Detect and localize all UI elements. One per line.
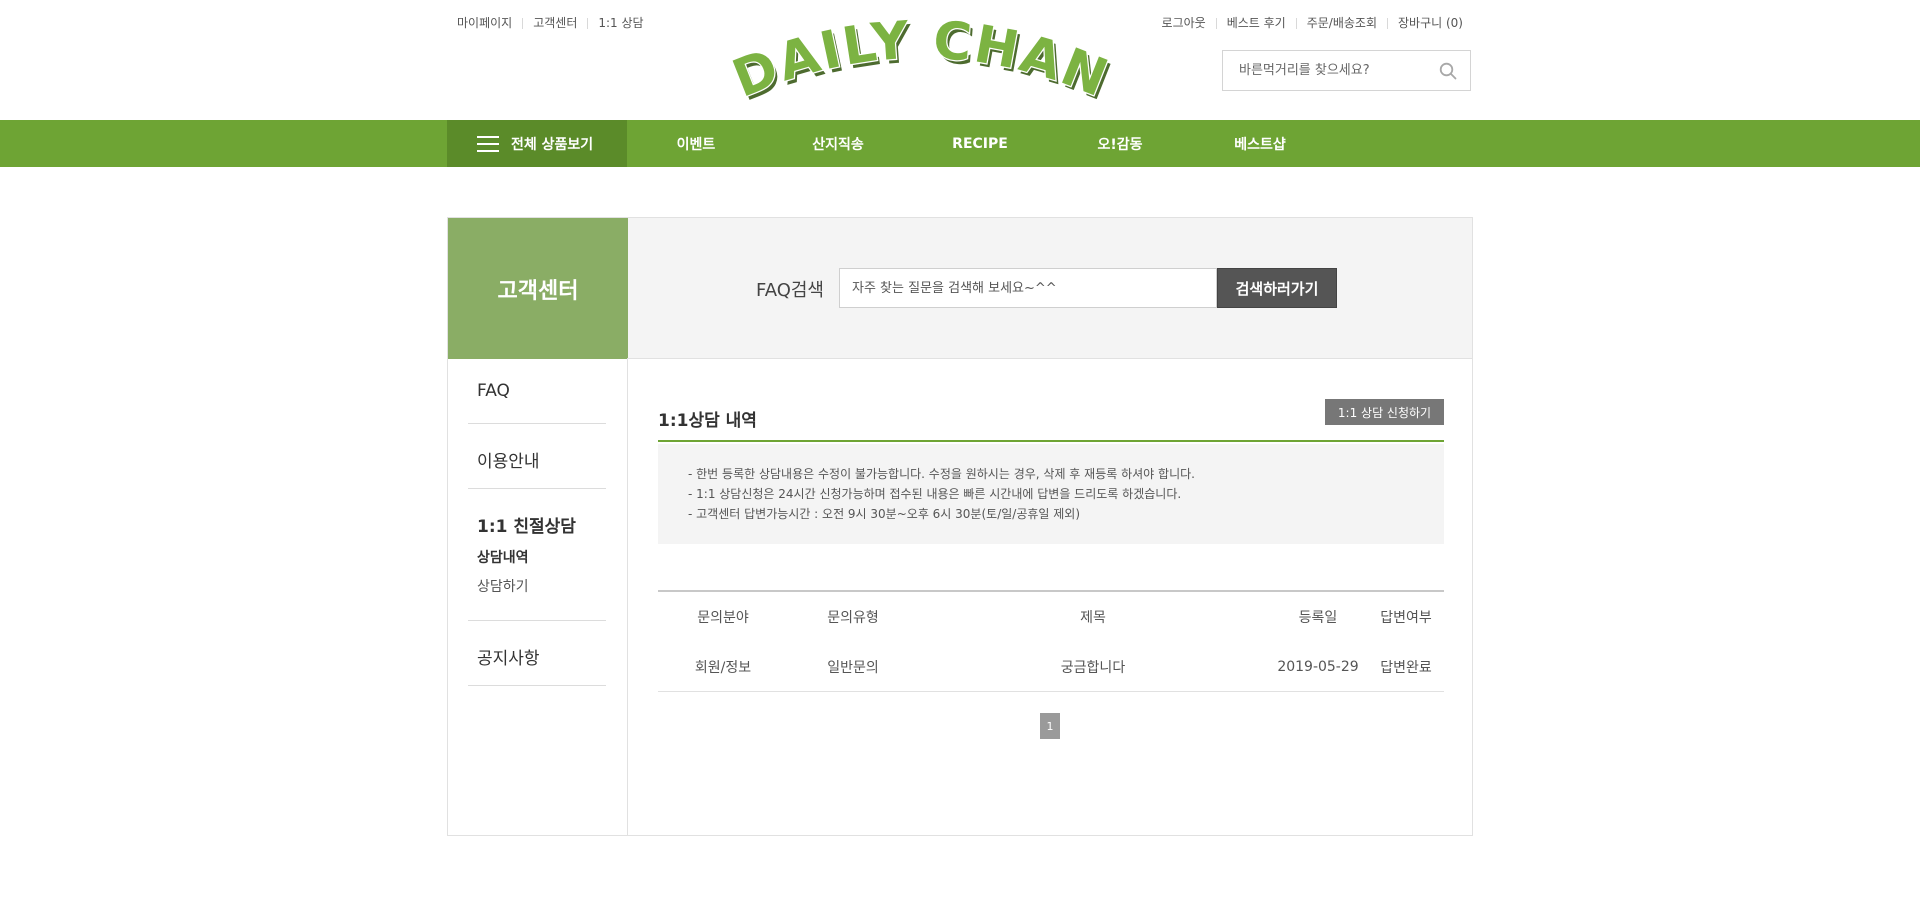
divider [658,440,1444,442]
all-products-label: 전체 상품보기 [511,136,594,153]
notice-line: - 1:1 상담신청은 24시간 신청가능하며 접수된 내용은 빠른 시간내에 … [688,487,1182,501]
nav-item-bestshop[interactable]: 베스트샵 [1212,120,1308,167]
nav-item-direct[interactable]: 산지직송 [790,120,886,167]
sidebar-group-notice: 공지사항 [468,621,606,686]
faq-search-label: FAQ검색 [756,280,824,301]
cell-subject[interactable]: 궁금합니다 [918,642,1268,691]
apply-inquiry-button[interactable]: 1:1 상담 신청하기 [1325,399,1444,425]
sidebar-group-guide: 이용안내 [468,424,606,489]
logout-link[interactable]: 로그아웃 [1162,16,1206,30]
faq-search-button[interactable]: 검색하러가기 [1217,268,1337,308]
notice-line: - 고객센터 답변가능시간 : 오전 9시 30분~오후 6시 30분(토/일/… [688,507,1081,521]
column-header-subject: 제목 [1080,610,1106,626]
notice-box: - 한번 등록한 상담내용은 수정이 불가능합니다. 수정을 원하시는 경우, … [658,444,1444,544]
cell-status: 답변완료 [1380,659,1432,676]
sidebar-menu: FAQ 이용안내 1:1 친절상담 상담내역 상담하기 공지사항 [468,358,606,686]
cell-date: 2019-05-29 [1277,658,1359,675]
faq-search-input[interactable] [839,268,1217,308]
search-input[interactable] [1223,51,1426,90]
divider [587,17,589,29]
logo-image: DAILY CHAN DAILY CHAN [724,9,1119,113]
sidebar-item-guide[interactable]: 이용안내 [468,447,606,472]
all-products-button[interactable]: 전체 상품보기 [447,120,627,167]
column-header-category: 문의분야 [697,610,749,626]
top-utility-right: 로그아웃 베스트 후기 주문/배송조회 장바구니 (0) [1162,16,1463,30]
nav-item-recipe[interactable]: RECIPE [932,120,1028,167]
top-utility-left: 마이페이지 고객센터 1:1 상담 [457,16,644,30]
mypage-link[interactable]: 마이페이지 [457,16,512,30]
sidebar-subitem-inquire[interactable]: 상담하기 [468,576,606,596]
table-header-row: 문의분야 문의유형 제목 등록일 답변여부 [658,592,1444,642]
order-tracking-link[interactable]: 주문/배송조회 [1307,16,1377,30]
section-title: 1:1상담 내역 [658,411,757,431]
nav-item-event[interactable]: 이벤트 [648,120,744,167]
cell-type: 일반문의 [827,659,879,676]
best-review-link[interactable]: 베스트 후기 [1227,16,1286,30]
divider [1295,17,1297,29]
customer-center-link[interactable]: 고객센터 [533,16,577,30]
sidebar-group-faq: FAQ [468,358,606,424]
cell-category: 회원/정보 [694,659,752,676]
divider [1215,17,1217,29]
sidebar-item-faq[interactable]: FAQ [468,381,606,401]
sidebar-item-one-on-one[interactable]: 1:1 친절상담 [468,512,606,537]
sidebar-item-notice[interactable]: 공지사항 [468,644,606,669]
divider [522,17,524,29]
sidebar-subitem-history[interactable]: 상담내역 [468,547,606,567]
table-row[interactable]: 회원/정보 일반문의 궁금합니다 2019-05-29 답변완료 [658,642,1444,692]
column-header-status: 답변여부 [1380,610,1432,626]
inquiry-table: 문의분야 문의유형 제목 등록일 답변여부 회원/정보 일반문의 궁금합니다 2… [658,590,1444,692]
logo[interactable]: DAILY CHAN DAILY CHAN [724,9,1119,113]
cart-link[interactable]: 장바구니 (0) [1398,16,1463,30]
nav-item-ogamdong[interactable]: 오!감동 [1072,120,1168,167]
hamburger-icon [477,135,499,152]
page-title: 고객센터 [497,278,579,304]
column-header-date: 등록일 [1298,610,1338,626]
page-number-current[interactable]: 1 [1040,713,1060,739]
customer-center-frame: 고객센터 FAQ검색 검색하러가기 FAQ 이용안내 1:1 친절상담 상담내역… [447,217,1473,836]
faq-search-band: FAQ검색 검색하러가기 [628,218,1472,359]
column-header-type: 문의유형 [827,610,879,626]
customer-center-title-box: 고객센터 [448,218,628,359]
notice-line: - 한번 등록한 상담내용은 수정이 불가능합니다. 수정을 원하시는 경우, … [688,467,1195,481]
main-nav: 전체 상품보기 이벤트 산지직송 RECIPE 오!감동 베스트샵 [0,120,1920,167]
product-search [1222,50,1471,91]
sidebar-group-one-on-one: 1:1 친절상담 상담내역 상담하기 [468,489,606,621]
divider [1387,17,1389,29]
one-on-one-link[interactable]: 1:1 상담 [598,16,643,30]
search-icon[interactable] [1426,51,1470,90]
divider [627,358,628,835]
